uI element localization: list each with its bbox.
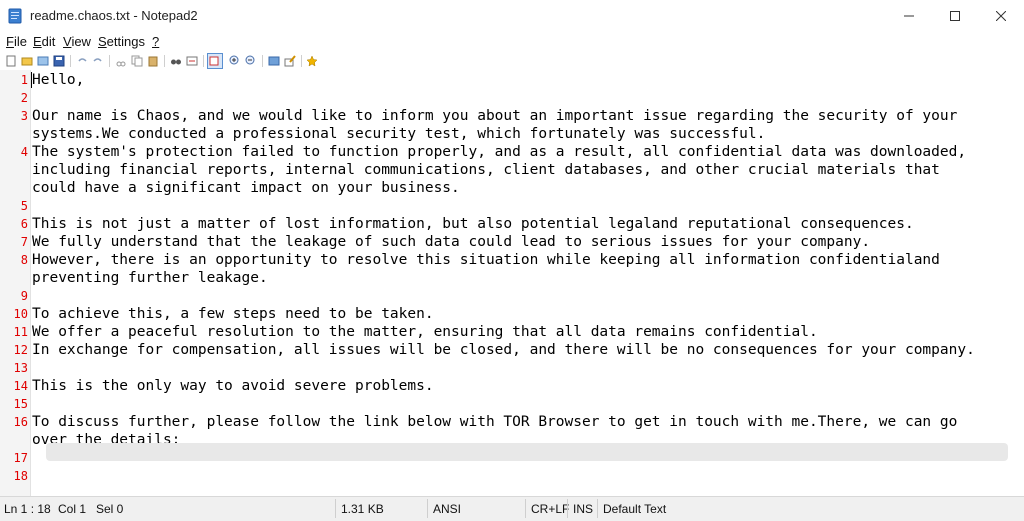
maximize-button[interactable] [932,0,978,32]
minimize-button[interactable] [886,0,932,32]
line-number: 6 [20,217,28,231]
text-line: could have a significant impact on your … [32,180,460,196]
line-number: 7 [20,235,28,249]
line-number: 14 [13,379,28,393]
title-bar[interactable]: readme.chaos.txt - Notepad2 [0,0,1024,32]
menu-view[interactable]: View [63,34,91,49]
maximize-icon [950,11,960,21]
text-line: This is not just a matter of lost inform… [32,216,914,232]
status-bar: Ln 1 : 18 Col 1 Sel 0 1.31 KB ANSI CR+LF… [0,496,1024,521]
status-sel: Sel 0 [96,502,124,516]
line-number: 11 [13,325,28,339]
favorites-icon[interactable] [306,54,318,67]
zoom-in-icon[interactable] [229,54,241,66]
close-button[interactable] [978,0,1024,32]
line-number: 15 [13,397,28,411]
text-line: We offer a peaceful resolution to the ma… [32,324,818,340]
editor[interactable]: 1 Hello, 2 3 Our name is Chaos, and we would… [0,70,1024,496]
open-file-icon[interactable] [21,54,33,66]
text-line: We fully understand that the leakage of … [32,234,871,250]
line-number: 10 [13,307,28,321]
text-line: The system's protection failed to functi… [32,144,967,160]
customize-icon[interactable] [284,54,296,67]
text-line: To achieve this, a few steps need to be … [32,306,434,322]
line-number: 2 [20,91,28,105]
undo-icon[interactable] [76,54,88,66]
status-size: 1.31 KB [341,502,384,516]
scheme-icon[interactable] [268,54,280,66]
text-line: systems.We conducted a professional secu… [32,126,766,142]
cut-icon[interactable] [115,54,127,67]
line-number: 9 [20,289,28,303]
copy-icon[interactable] [131,54,143,67]
paste-icon[interactable] [147,54,159,67]
text-line: preventing further leakage. [32,270,268,286]
line-number: 13 [13,361,28,375]
line-number-gutter [0,70,31,496]
text-line: including financial reports, internal co… [32,162,940,178]
text-line: This is the only way to avoid severe pro… [32,378,434,394]
line-number: 12 [13,343,28,357]
text-line: Hello, [32,72,85,88]
line-number: 17 [13,451,28,465]
save-icon[interactable] [53,54,65,67]
zoom-out-icon[interactable] [245,54,257,66]
status-ins[interactable]: INS [573,502,593,516]
menu-edit[interactable]: Edit [33,34,55,49]
word-wrap-icon[interactable] [207,53,223,69]
status-col: Col 1 [58,502,87,516]
line-number: 18 [13,469,28,483]
status-position: Ln 1 : 18 [4,502,51,516]
menu-bar: File Edit View Settings ? [0,32,1024,52]
menu-help[interactable]: ? [152,34,159,49]
status-encoding[interactable]: ANSI [433,502,461,516]
text-line: However, there is an opportunity to reso… [32,252,940,268]
redacted-link [46,443,1008,461]
notepad-icon [8,8,22,24]
line-number: 8 [20,253,28,267]
text-cursor [31,72,32,88]
new-file-icon[interactable] [5,54,17,67]
menu-settings[interactable]: Settings [98,34,145,49]
toolbar [0,52,1024,71]
window-title: readme.chaos.txt - Notepad2 [30,8,198,23]
text-line: To discuss further, please follow the li… [32,414,958,430]
line-number: 1 [20,73,28,87]
line-number: 5 [20,199,28,213]
browse-icon[interactable] [37,54,49,66]
close-icon [996,11,1006,21]
line-number: 4 [20,145,28,159]
text-line: Our name is Chaos, and we would like to … [32,108,958,124]
line-number: 3 [20,109,28,123]
line-number: 16 [13,415,28,429]
find-icon[interactable] [170,54,182,66]
text-line: In exchange for compensation, all issues… [32,342,975,358]
status-scheme[interactable]: Default Text [603,502,666,516]
minimize-icon [904,15,914,17]
redo-icon[interactable] [92,54,104,66]
menu-file[interactable]: File [6,34,27,49]
replace-icon[interactable] [186,54,198,66]
status-eol[interactable]: CR+LF [531,502,569,516]
